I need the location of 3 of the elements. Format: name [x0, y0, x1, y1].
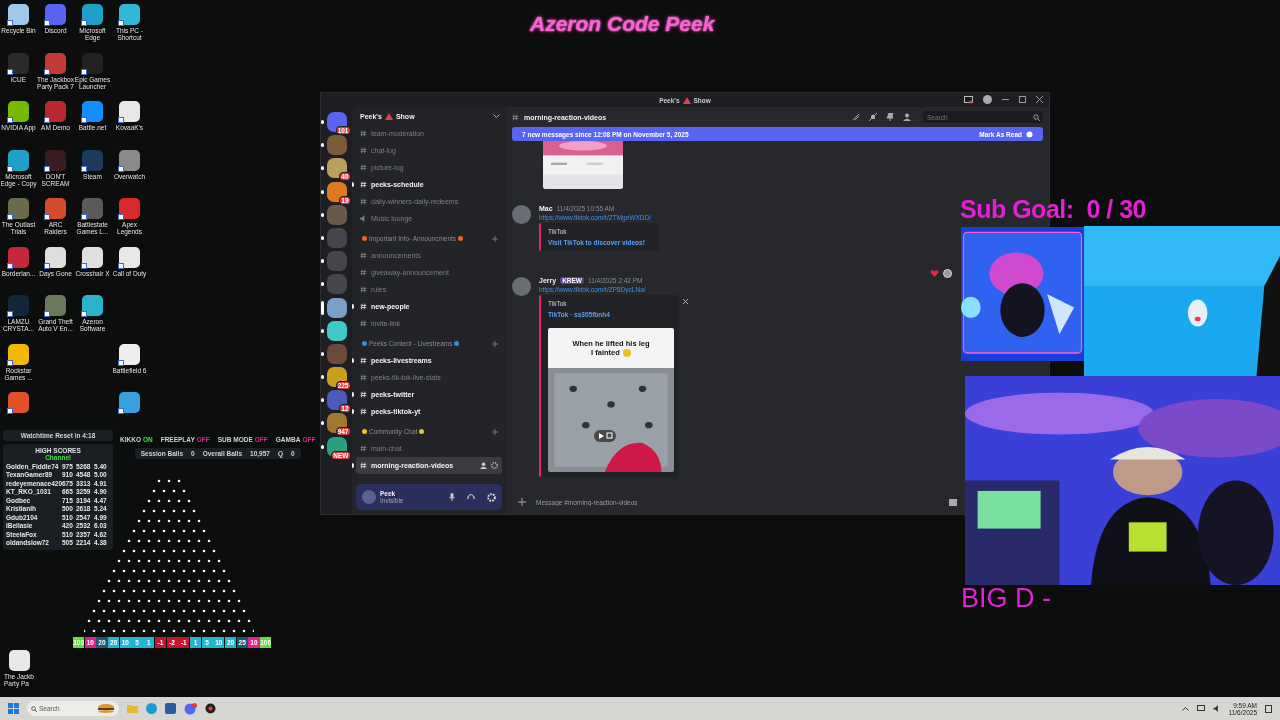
streamer-name: BIG D - — [961, 583, 1051, 613]
stream-title: Azeron Code Peek — [530, 12, 715, 35]
sub-goal-text: Sub Goal: 0 / 30 — [960, 195, 1146, 223]
